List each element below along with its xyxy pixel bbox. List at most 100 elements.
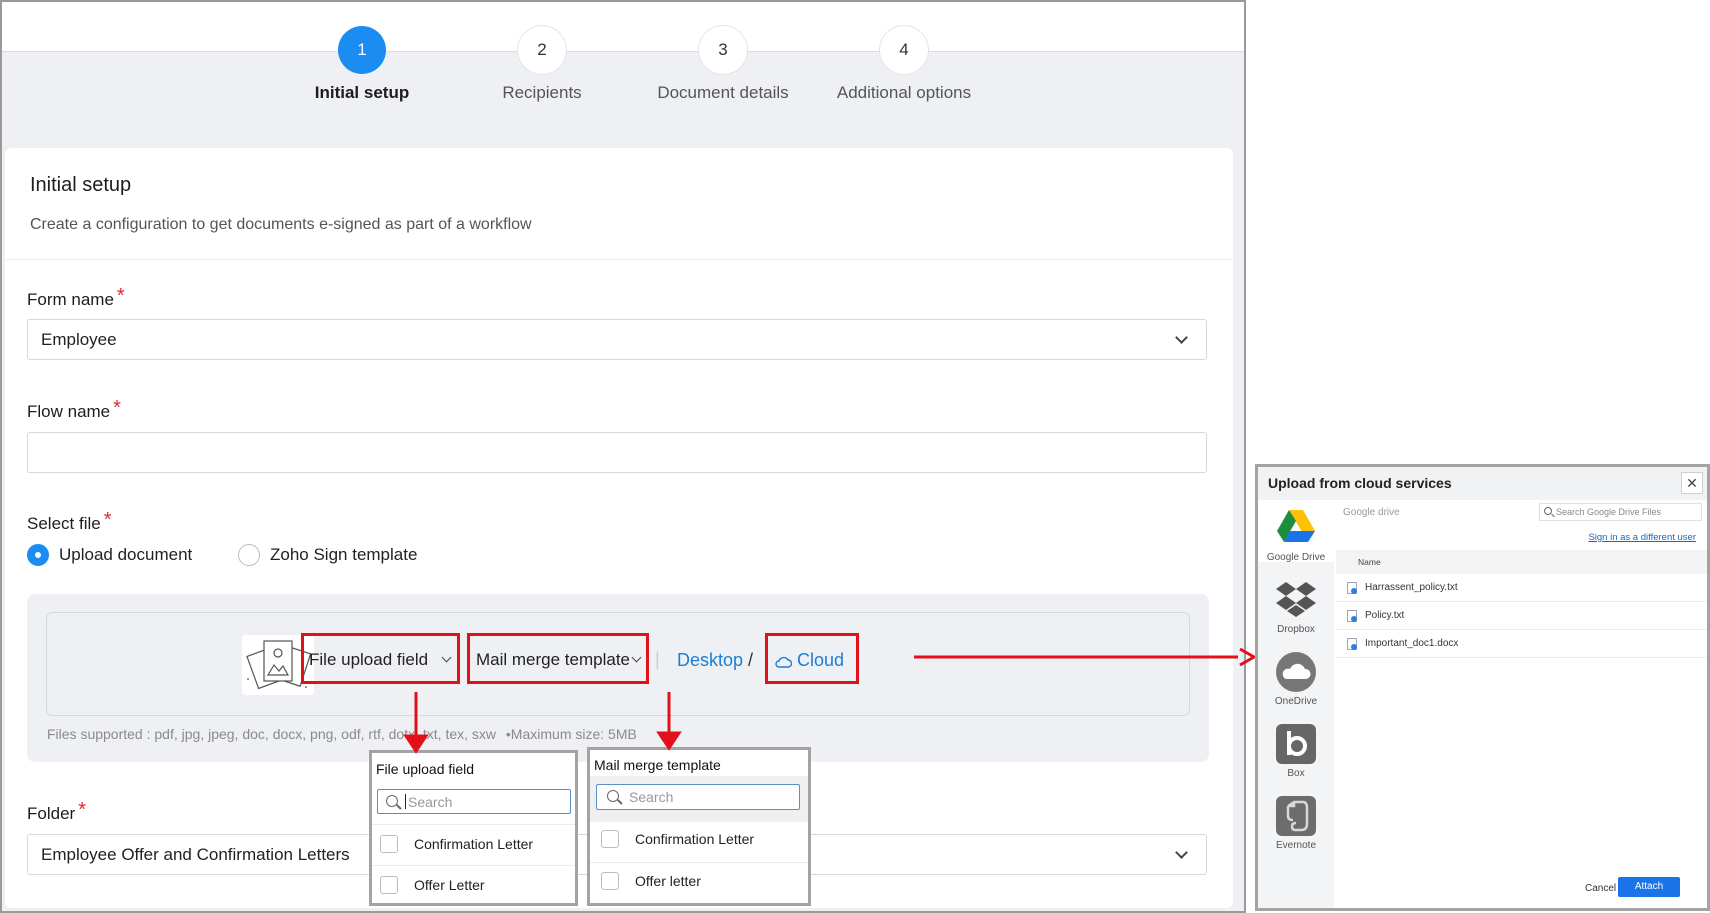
screenshot-stage: 1 Initial setup 2 Recipients 3 Document … [0,0,1710,913]
folder-label-text: Folder [27,804,76,823]
file-upload-field-popover: File upload field Search Confirmation Le… [369,750,578,906]
separator: | [655,649,660,669]
search-icon [1544,507,1552,515]
service-label: Dropbox [1277,624,1315,635]
radio-zoho-sign-template[interactable]: Zoho Sign template [238,544,417,566]
mail-merge-template-label: Mail merge template [476,650,631,669]
card-title: Initial setup [30,174,132,196]
text-cursor [405,794,406,809]
radio-unchecked-icon [238,544,260,566]
checkbox[interactable] [601,872,619,890]
select-file-label: Select file * [27,509,112,534]
radio-label: Upload document [59,545,193,564]
service-box[interactable]: Box [1258,724,1334,779]
slash-separator: / [748,650,754,670]
search-icon [386,795,398,807]
card-header: Initial setup Create a configuration to … [5,148,1233,260]
form-name-label: Form name * [27,285,125,310]
chevron-down-icon [1175,846,1188,859]
required-mark: * [113,397,121,419]
dialog-title: Upload from cloud services [1268,475,1452,491]
step-additional-options[interactable]: 4 Additional options [824,26,984,103]
popover-search-input[interactable]: Search [596,784,800,810]
google-drive-icon [1276,508,1316,548]
evernote-icon [1276,796,1316,836]
file-name: Policy.txt [1365,610,1405,621]
service-label: Evernote [1275,840,1317,851]
dialog-header: Upload from cloud services ✕ [1258,467,1707,500]
form-name-select[interactable]: Employee [27,319,1207,360]
list-item-confirmation-letter[interactable]: Confirmation Letter [380,835,533,853]
close-icon[interactable]: ✕ [1681,472,1703,494]
popover-title: File upload field [376,761,475,777]
service-evernote[interactable]: Evernote [1258,796,1334,851]
divider [590,862,808,863]
upload-dropzone[interactable]: File upload field Mail merge template | … [46,612,1190,716]
step-label: Initial setup [314,83,410,102]
checkbox[interactable] [601,830,619,848]
file-row[interactable]: Important_doc1.docx [1336,630,1707,658]
stepper-bar [2,2,1244,52]
service-label: OneDrive [1274,696,1318,707]
file-icon [1347,638,1357,650]
form-name-label-text: Form name [27,290,114,309]
mail-merge-template-popover: Mail merge template Search Confirmation … [587,747,811,906]
file-list-header: Name [1336,550,1707,574]
drive-search-input[interactable]: Search Google Drive Files [1539,503,1702,521]
cloud-file-browser: Google drive Search Google Drive Files S… [1336,500,1707,908]
radio-upload-document[interactable]: Upload document [27,544,192,566]
flow-name-label-text: Flow name [27,402,111,421]
file-row[interactable]: Harrassent_policy.txt [1336,574,1707,602]
folder-value: Employee Offer and Confirmation Letters [41,845,350,864]
checkbox[interactable] [380,835,398,853]
upload-area: File upload field Mail merge template | … [27,594,1209,762]
step-label: Recipients [502,83,582,102]
cancel-button[interactable]: Cancel [1585,883,1616,894]
search-placeholder: Search [629,789,674,805]
sign-in-different-user-link[interactable]: Sign in as a different user [1588,532,1696,543]
list-item-offer-letter[interactable]: Offer Letter [380,876,485,894]
flow-name-label: Flow name * [27,397,121,422]
service-label: Google Drive [1266,552,1326,563]
service-dropbox[interactable]: Dropbox [1258,580,1334,635]
onedrive-icon [1276,652,1316,692]
file-name: Important_doc1.docx [1365,638,1459,649]
form-name-value: Employee [41,330,117,349]
radio-label: Zoho Sign template [270,545,418,564]
card-subtitle: Create a configuration to get documents … [30,216,532,233]
popover-search-input[interactable]: Search [377,789,571,814]
radio-checked-icon [27,544,49,566]
dropbox-icon [1276,580,1316,620]
file-upload-field-dropdown[interactable]: File upload field [309,650,428,670]
cloud-link[interactable]: Cloud [797,650,844,671]
file-row[interactable]: Policy.txt [1336,602,1707,630]
chevron-down-icon [1175,331,1188,344]
select-file-label-text: Select file [27,514,101,533]
step-number: 3 [699,26,747,74]
list-item-confirmation-letter[interactable]: Confirmation Letter [601,830,754,848]
step-initial-setup[interactable]: 1 Initial setup [282,26,442,103]
mail-merge-template-dropdown[interactable]: Mail merge template [476,650,630,670]
upload-from-cloud-dialog: Upload from cloud services ✕ Google Driv… [1255,464,1710,911]
service-google-drive[interactable]: Google Drive [1258,508,1334,563]
divider [372,824,575,825]
search-placeholder: Search Google Drive Files [1556,507,1662,517]
service-onedrive[interactable]: OneDrive [1258,652,1334,707]
column-header-name[interactable]: Name [1358,557,1381,567]
step-recipients[interactable]: 2 Recipients [462,26,622,103]
attach-button[interactable]: Attach [1618,877,1680,897]
required-mark: * [103,509,112,531]
desktop-link[interactable]: Desktop [677,650,743,671]
step-document-details[interactable]: 3 Document details [643,26,803,103]
checkbox[interactable] [380,876,398,894]
list-item-label: Confirmation Letter [414,836,534,852]
step-number: 1 [338,26,386,74]
list-item-offer-letter[interactable]: Offer letter [601,872,701,890]
box-icon [1276,724,1316,764]
source-label: Google drive [1343,507,1400,518]
file-name: Harrassent_policy.txt [1365,582,1458,593]
files-supported-list: Files supported : pdf, jpg, jpeg, doc, d… [47,726,497,742]
flow-name-input[interactable] [27,432,1207,473]
step-label: Document details [657,83,789,102]
list-item-label: Offer letter [635,873,701,889]
